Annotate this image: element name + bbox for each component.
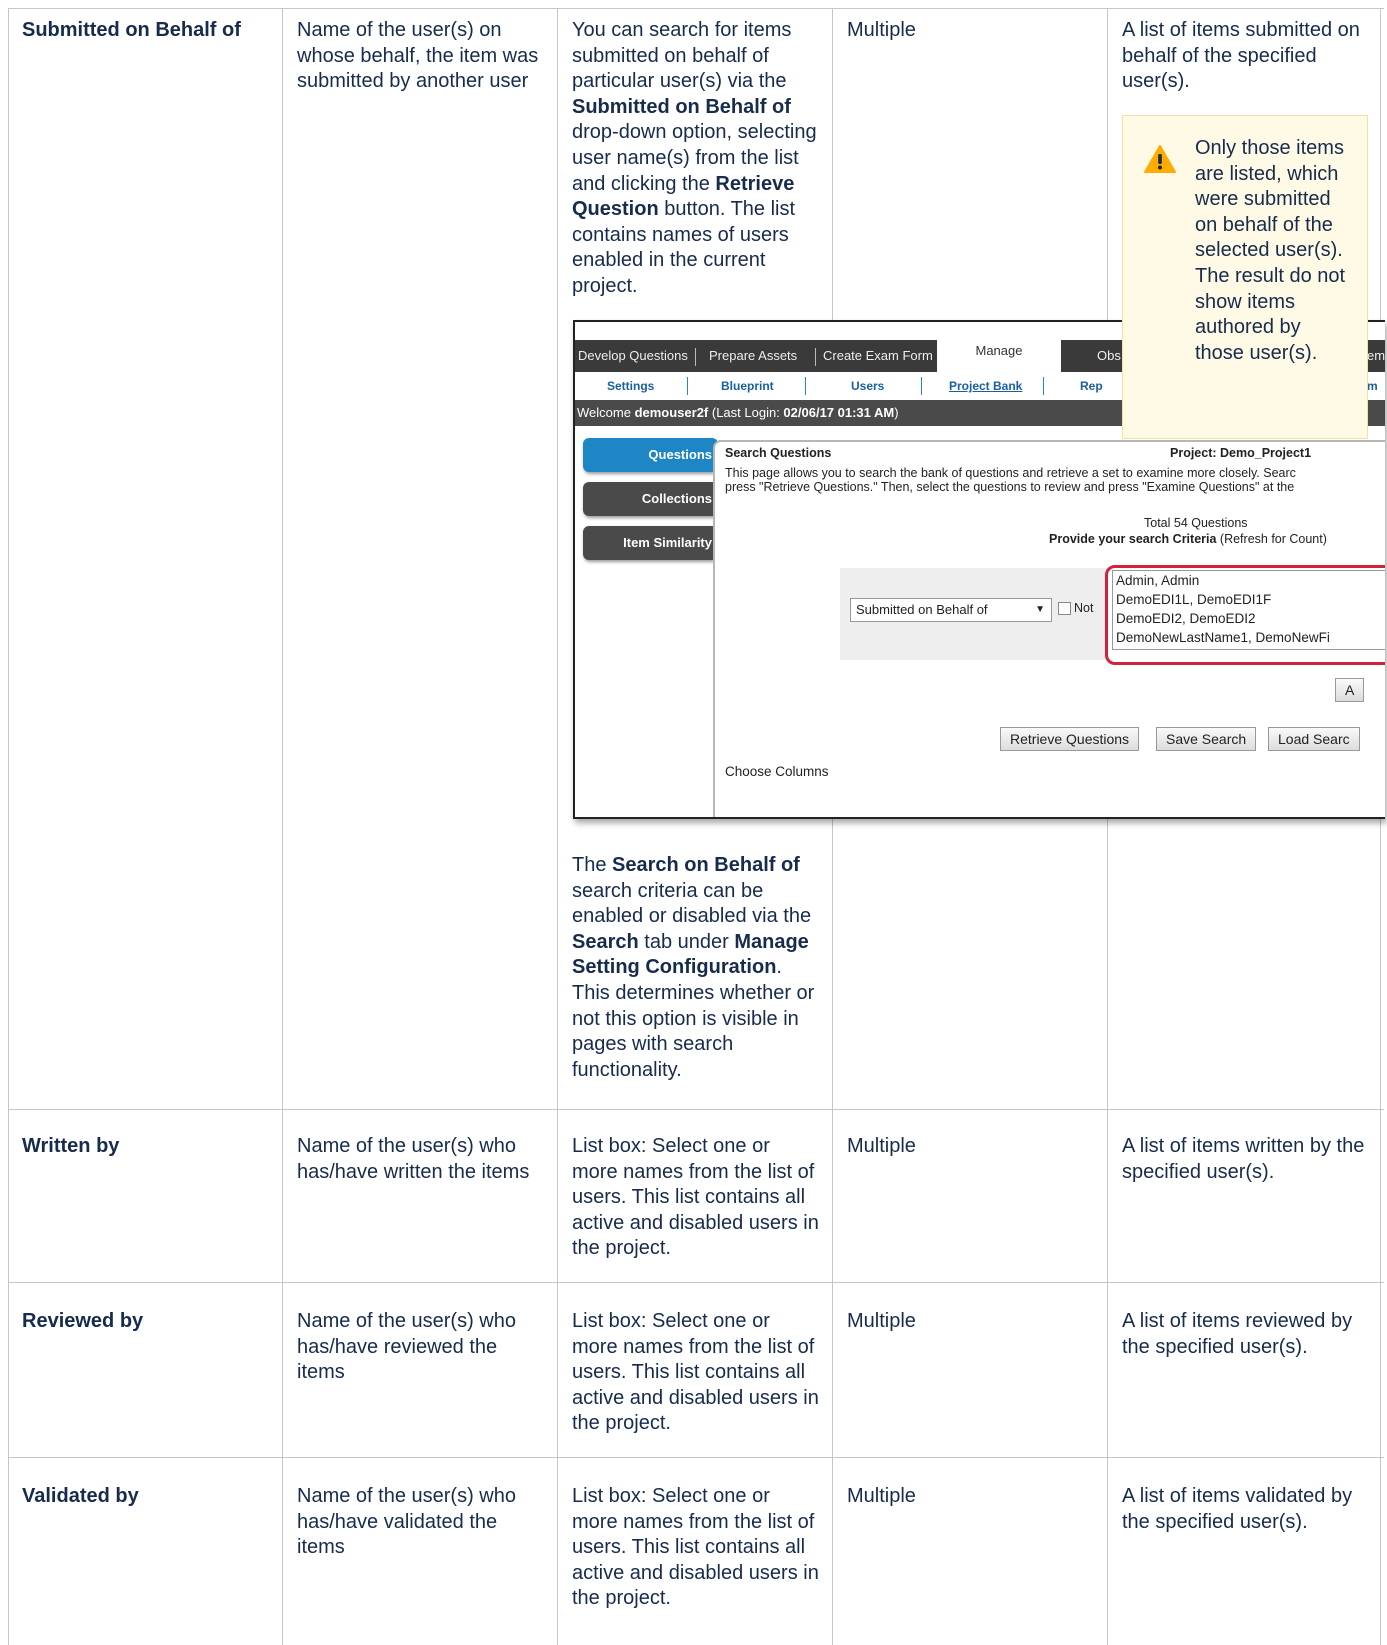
welcome-text: ) <box>894 405 899 420</box>
tab-manage[interactable]: Manage <box>937 326 1061 372</box>
side-button-label: Questions <box>648 447 712 462</box>
search-questions-panel: Search Questions Project: Demo_Project1 … <box>713 440 1385 817</box>
table-row: Submitted on Behalf of <box>22 18 272 44</box>
field-result: A list of items reviewed by the specifie… <box>1122 1310 1353 1358</box>
field-description: Name of the user(s) who has/have reviewe… <box>297 1310 516 1384</box>
row-divider <box>8 1457 1384 1458</box>
side-button-item-similarity[interactable]: Item Similarity <box>583 526 718 560</box>
field-values: Multiple <box>847 19 916 41</box>
tab-develop-questions[interactable]: Develop Questions <box>578 340 688 372</box>
list-item[interactable]: DemoNewLastName1, DemoNewFi <box>1116 628 1330 647</box>
row-divider <box>8 1282 1384 1283</box>
field-usage-note: The Search on Behalf of search criteria … <box>572 853 820 1083</box>
column-divider <box>8 8 9 1645</box>
column-divider <box>1107 8 1108 1645</box>
tab-separator <box>695 348 696 366</box>
field-values: Multiple <box>847 1310 916 1332</box>
retrieve-questions-button[interactable]: Retrieve Questions <box>1000 727 1140 751</box>
field-name: Reviewed by <box>22 1310 144 1332</box>
warning-icon <box>1143 144 1177 174</box>
user-listbox[interactable]: Admin, Admin DemoEDI1L, DemoEDI1F DemoED… <box>1112 570 1385 650</box>
criteria-box: Submitted on Behalf of ▼ Not Admin, Admi… <box>840 565 1385 665</box>
intro-text: press "Retrieve Questions." Then, select… <box>725 480 1295 494</box>
project-label: Project: Demo_Project1 <box>1170 446 1312 460</box>
tab-partial[interactable]: em <box>1367 340 1385 372</box>
total-questions: Total 54 Questions <box>1144 516 1248 530</box>
column-divider <box>557 8 558 1645</box>
column-divider <box>282 8 283 1645</box>
field-result: A list of items written by the specified… <box>1122 1135 1365 1183</box>
subnav-reports[interactable]: Rep <box>1080 372 1103 400</box>
welcome-user: demouser2f <box>634 405 709 420</box>
subnav-separator <box>687 377 688 395</box>
usage-bold: Search on Behalf of <box>612 854 800 876</box>
list-item[interactable]: Admin, Admin <box>1116 571 1199 590</box>
side-button-label: Item Similarity <box>623 535 712 550</box>
load-search-button[interactable]: Load Searc <box>1268 727 1360 751</box>
criteria-select-value: Submitted on Behalf of <box>856 602 988 617</box>
list-item[interactable]: DemoEDI2, DemoEDI2 <box>1116 609 1256 628</box>
field-name: Submitted on Behalf of <box>22 19 241 41</box>
table-border <box>8 8 1384 9</box>
usage-bold: Submitted on Behalf of <box>572 95 791 118</box>
panel-title: Search Questions <box>725 446 832 460</box>
side-button-label: Collections <box>641 491 712 506</box>
not-label: Not <box>1074 601 1094 615</box>
tab-create-exam-form[interactable]: Create Exam Form <box>823 340 933 372</box>
subnav-project-bank[interactable]: Project Bank <box>949 372 1022 400</box>
side-button-collections[interactable]: Collections <box>583 482 718 516</box>
subnav-users[interactable]: Users <box>851 372 884 400</box>
last-login-date: 02/06/17 01:31 AM <box>783 405 895 420</box>
field-values: Multiple <box>847 1485 916 1507</box>
field-usage: List box: Select one or more names from … <box>572 1310 819 1435</box>
field-usage: List box: Select one or more names from … <box>572 1485 819 1610</box>
usage-text: tab under <box>638 930 735 953</box>
subnav-partial[interactable]: m <box>1367 372 1378 400</box>
field-description: Name of the user(s) who has/have written… <box>297 1135 530 1183</box>
criteria-heading: Provide your search Criteria (Refresh fo… <box>1049 532 1327 546</box>
field-result: A list of items validated by the specifi… <box>1122 1485 1353 1533</box>
usage-text: The <box>572 854 613 876</box>
field-name: Validated by <box>22 1485 139 1507</box>
subnav-settings[interactable]: Settings <box>607 372 654 400</box>
refresh-hint: (Refresh for Count) <box>1216 532 1327 546</box>
add-button[interactable]: A <box>1335 678 1365 702</box>
welcome-text: (Last Login: <box>708 405 784 420</box>
user-list-highlight: Admin, Admin DemoEDI1L, DemoEDI1F DemoED… <box>1105 565 1385 665</box>
welcome-text: Welcome <box>577 405 635 420</box>
usage-text: search criteria can be enabled or disabl… <box>572 879 812 928</box>
column-divider <box>832 8 833 1645</box>
side-button-questions[interactable]: Questions <box>583 438 718 472</box>
field-name: Written by <box>22 1135 120 1157</box>
field-result: A list of items submitted on behalf of t… <box>1122 19 1360 93</box>
table-border <box>1380 8 1381 1645</box>
field-usage: List box: Select one or more names from … <box>572 1135 819 1260</box>
choose-columns-link[interactable]: Choose Columns <box>725 764 829 779</box>
save-search-button[interactable]: Save Search <box>1156 727 1257 751</box>
tab-separator <box>815 348 816 366</box>
warning-note: Only those items are listed, which were … <box>1122 115 1368 439</box>
intro-text: This page allows you to search the bank … <box>725 466 1296 480</box>
tab-observe[interactable]: Obs <box>1097 340 1121 372</box>
field-values: Multiple <box>847 1135 916 1157</box>
field-description: Name of the user(s) who has/have validat… <box>297 1485 516 1559</box>
row-divider <box>8 1109 1384 1110</box>
warning-text: Only those items are listed, which were … <box>1195 137 1346 364</box>
subnav-separator <box>1043 377 1044 395</box>
criteria-heading-bold: Provide your search Criteria <box>1049 532 1217 546</box>
tab-prepare-assets[interactable]: Prepare Assets <box>709 340 797 372</box>
chevron-down-icon: ▼ <box>1035 604 1045 615</box>
field-description: Name of the user(s) on whose behalf, the… <box>297 19 539 93</box>
usage-text: You can search for items submitted on be… <box>572 19 792 93</box>
subnav-blueprint[interactable]: Blueprint <box>721 372 774 400</box>
list-item[interactable]: DemoEDI1L, DemoEDI1F <box>1116 590 1271 609</box>
subnav-separator <box>921 377 922 395</box>
not-checkbox[interactable] <box>1058 602 1071 615</box>
criteria-select[interactable]: Submitted on Behalf of ▼ <box>850 598 1052 622</box>
field-usage: You can search for items submitted on be… <box>572 18 820 300</box>
subnav-separator <box>805 377 806 395</box>
usage-bold: Search <box>572 930 639 953</box>
